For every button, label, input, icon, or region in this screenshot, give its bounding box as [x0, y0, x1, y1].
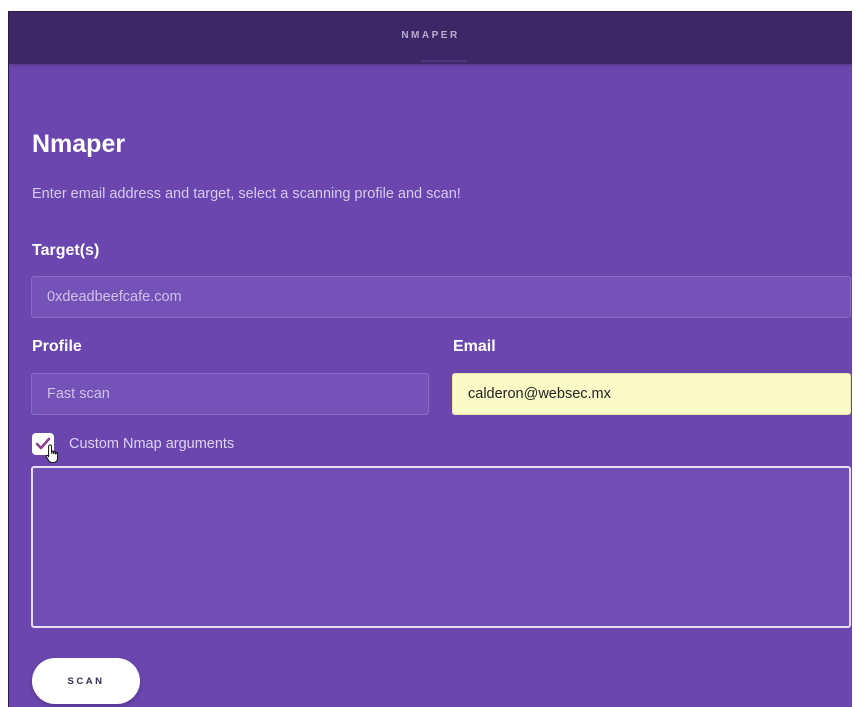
target-label: Target(s) [32, 242, 100, 259]
navbar-active-indicator [421, 60, 467, 62]
custom-args-label[interactable]: Custom Nmap arguments [69, 436, 234, 452]
custom-args-textarea[interactable] [31, 466, 851, 628]
profile-input[interactable] [31, 373, 429, 415]
profile-label: Profile [32, 338, 82, 355]
app-frame: NMAPER Nmaper Enter email address and ta… [8, 11, 852, 707]
email-input[interactable] [452, 373, 851, 415]
target-input[interactable] [31, 276, 851, 318]
hand-cursor-icon [45, 444, 59, 463]
top-navbar: NMAPER [9, 12, 852, 64]
navbar-brand[interactable]: NMAPER [9, 30, 852, 41]
page-title: Nmaper [32, 130, 126, 158]
scan-button[interactable]: SCAN [32, 658, 140, 704]
page-subtitle: Enter email address and target, select a… [32, 186, 461, 202]
email-label: Email [453, 338, 496, 355]
